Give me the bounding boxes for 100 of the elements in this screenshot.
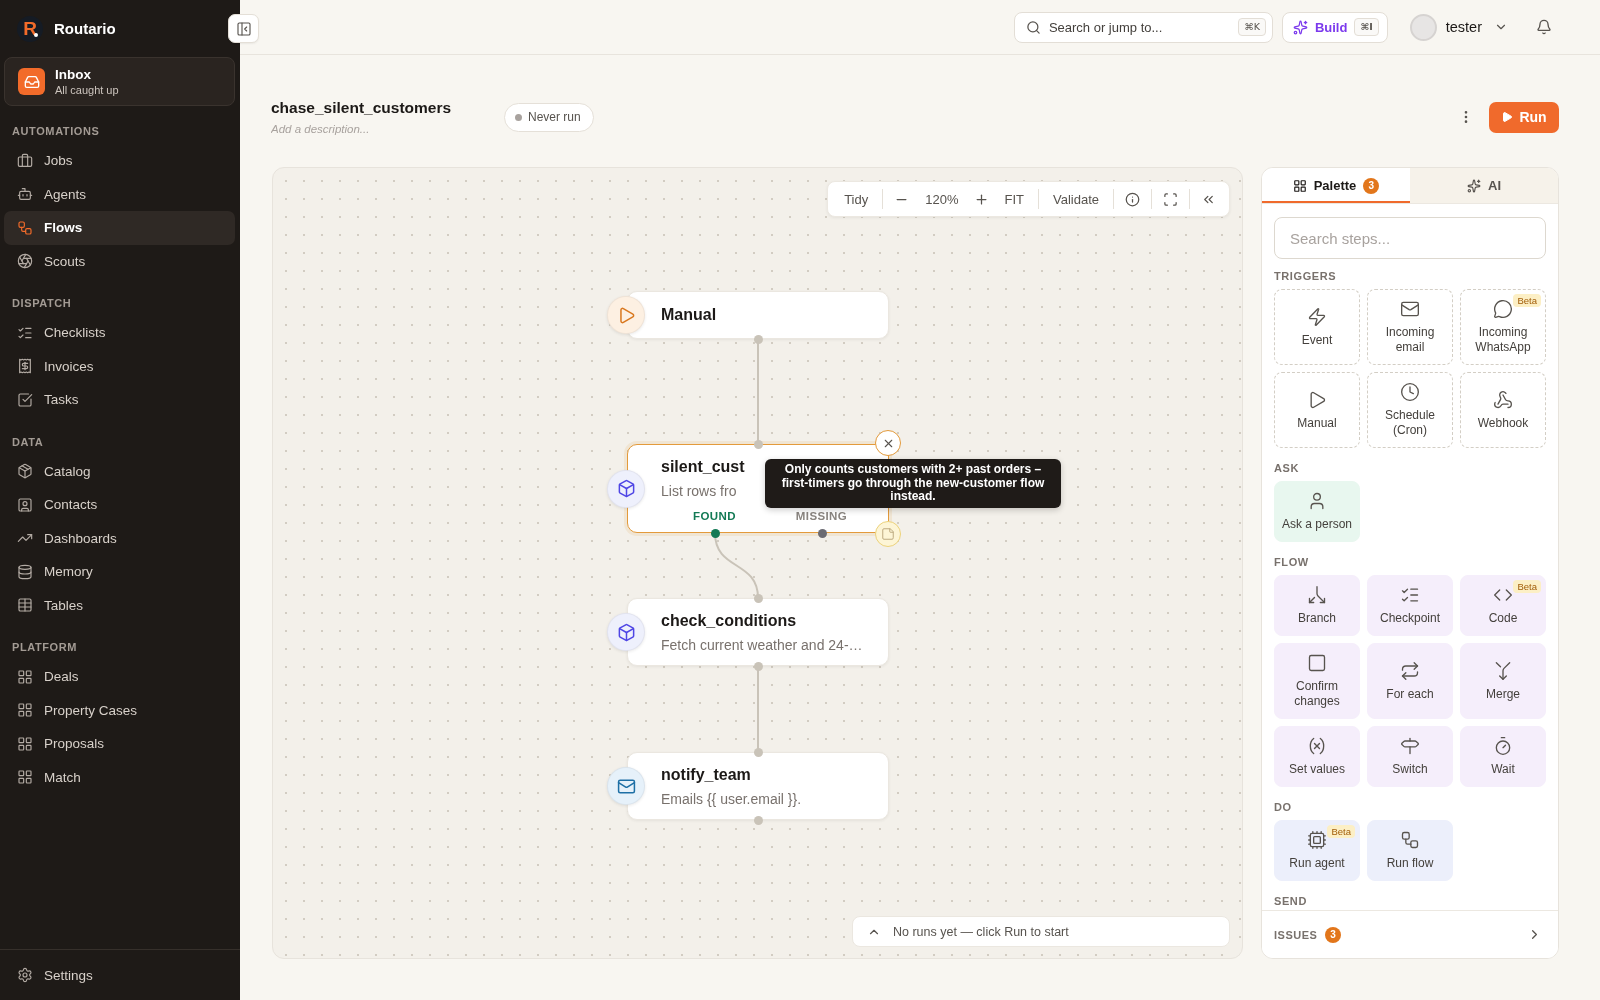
zoom-in-icon[interactable] (974, 191, 990, 207)
step-tile[interactable]: Manual (1274, 372, 1360, 448)
nav-item[interactable]: Invoices (4, 349, 235, 383)
cube-icon (607, 469, 645, 508)
nav-item[interactable]: Contacts (4, 488, 235, 522)
panel-tab[interactable]: Palette 3 (1262, 168, 1410, 203)
envelope-icon (607, 767, 645, 805)
run-history-toggle[interactable]: No runs yet — click Run to start (852, 916, 1230, 947)
step-tile[interactable]: Checkpoint (1367, 575, 1453, 636)
shortcut-key: ⌘I (1354, 18, 1379, 36)
status-label: Never run (528, 110, 581, 124)
output-label: MISSING (794, 509, 849, 523)
flow-node[interactable]: Manual (627, 291, 889, 339)
checklist-icon (1400, 585, 1420, 605)
step-tile[interactable]: Schedule (Cron) (1367, 372, 1453, 448)
contact-card-icon (17, 496, 33, 513)
nav-item[interactable]: Dashboards (4, 521, 235, 555)
bell-icon[interactable] (1536, 19, 1552, 35)
section-heading: FLOW (1274, 555, 1310, 569)
repeat-arrows-icon (1400, 660, 1420, 681)
nav-item[interactable]: Tables (4, 588, 235, 622)
count-badge: 3 (1325, 926, 1342, 943)
section-heading: ASK (1274, 461, 1301, 475)
nav-item[interactable]: Scouts (4, 244, 235, 278)
search-icon (1025, 19, 1041, 35)
remove-node-button[interactable] (875, 430, 901, 456)
section-heading: AUTOMATIONS (11, 124, 101, 138)
cube-icon (607, 613, 645, 651)
nav-item[interactable]: Deals (4, 660, 235, 694)
square-icon (1307, 653, 1327, 673)
step-tile[interactable]: Event (1274, 289, 1360, 365)
search-field[interactable]: Search steps... (1274, 217, 1546, 259)
briefcase-icon (17, 152, 33, 169)
brand-name: Routario (54, 20, 116, 37)
nav-item[interactable]: Jobs (4, 144, 235, 178)
connection-port[interactable] (817, 528, 827, 538)
nav-item[interactable]: Memory (4, 555, 235, 589)
fit-button[interactable]: FIT (995, 185, 1033, 213)
nav-item[interactable]: Property Cases (4, 693, 235, 727)
stopwatch-icon (1493, 736, 1513, 756)
nav-item[interactable]: Agents (4, 177, 235, 211)
description-field[interactable]: Add a description... (271, 121, 431, 137)
step-tile[interactable]: Beta Code (1460, 575, 1546, 636)
nav-item[interactable]: Match (4, 760, 235, 794)
user-menu-button[interactable]: tester (1409, 13, 1508, 41)
envelope-icon (1400, 299, 1420, 319)
sticky-note-icon (881, 527, 895, 541)
beta-badge: Beta (1513, 294, 1541, 307)
nav-item[interactable]: Tasks (4, 383, 235, 417)
nav-item[interactable]: Proposals (4, 727, 235, 761)
collapse-sidebar-button[interactable] (228, 14, 259, 43)
zoom-level: 120% (924, 191, 960, 207)
checked-square-icon (17, 391, 33, 408)
step-tile[interactable]: Beta Incoming WhatsApp (1460, 289, 1546, 365)
issues-toggle[interactable]: ISSUES 3 (1262, 910, 1558, 958)
grid-icon (17, 769, 33, 786)
nav-item[interactable]: Catalog (4, 454, 235, 488)
brand-logo: R (17, 15, 43, 42)
step-tile[interactable]: Run flow (1367, 820, 1453, 881)
step-tile[interactable]: Webhook (1460, 372, 1546, 448)
workflow-icon (17, 219, 33, 236)
build-button[interactable]: Build ⌘I (1281, 11, 1388, 43)
step-tile[interactable]: Wait (1460, 726, 1546, 787)
inbox-icon (18, 68, 45, 95)
section-heading: DISPATCH (11, 296, 73, 310)
fullscreen-icon[interactable] (1163, 191, 1178, 207)
shortcut-key: ⌘K (1238, 18, 1266, 36)
step-tile[interactable]: Beta Run agent (1274, 820, 1360, 881)
step-tile[interactable]: Branch (1274, 575, 1360, 636)
step-tile[interactable]: Confirm changes (1274, 643, 1360, 719)
step-tile[interactable]: Switch (1367, 726, 1453, 787)
count-badge: 3 (1363, 177, 1380, 194)
panel-icon (235, 20, 252, 37)
webhook-icon (1493, 389, 1513, 410)
database-icon (17, 563, 33, 580)
beta-badge: Beta (1513, 580, 1541, 593)
panel-tab[interactable]: AI (1410, 168, 1558, 203)
nav-item[interactable]: Settings (4, 958, 235, 992)
output-label: FOUND (692, 509, 737, 523)
flow-node[interactable]: notify_team Emails {{ user.email }}. (627, 752, 889, 820)
step-tile[interactable]: Ask a person (1274, 481, 1360, 542)
step-tile[interactable]: For each (1367, 643, 1453, 719)
step-tile[interactable]: Merge (1460, 643, 1546, 719)
nav-item[interactable]: Flows (4, 211, 235, 245)
connection-port[interactable] (710, 528, 720, 538)
step-tile[interactable]: Set values (1274, 726, 1360, 787)
grid-icon (17, 735, 33, 752)
tidy-button[interactable]: Tidy (835, 185, 878, 213)
validate-button[interactable]: Validate (1044, 185, 1108, 213)
avatar-icon (1409, 13, 1437, 41)
info-icon[interactable] (1125, 191, 1140, 207)
node-title: silent_cust (661, 457, 745, 477)
sparkle-icon (1292, 19, 1308, 35)
node-description: List rows fro (661, 482, 737, 500)
inbox-button[interactable]: Inbox All caught up (4, 57, 235, 106)
play-icon (607, 296, 645, 334)
flow-node[interactable]: check_conditions Fetch current weather and 24-… (627, 598, 889, 666)
nav-item[interactable]: Checklists (4, 316, 235, 350)
workflow-icon (1400, 830, 1420, 850)
step-tile[interactable]: Incoming email (1367, 289, 1453, 365)
